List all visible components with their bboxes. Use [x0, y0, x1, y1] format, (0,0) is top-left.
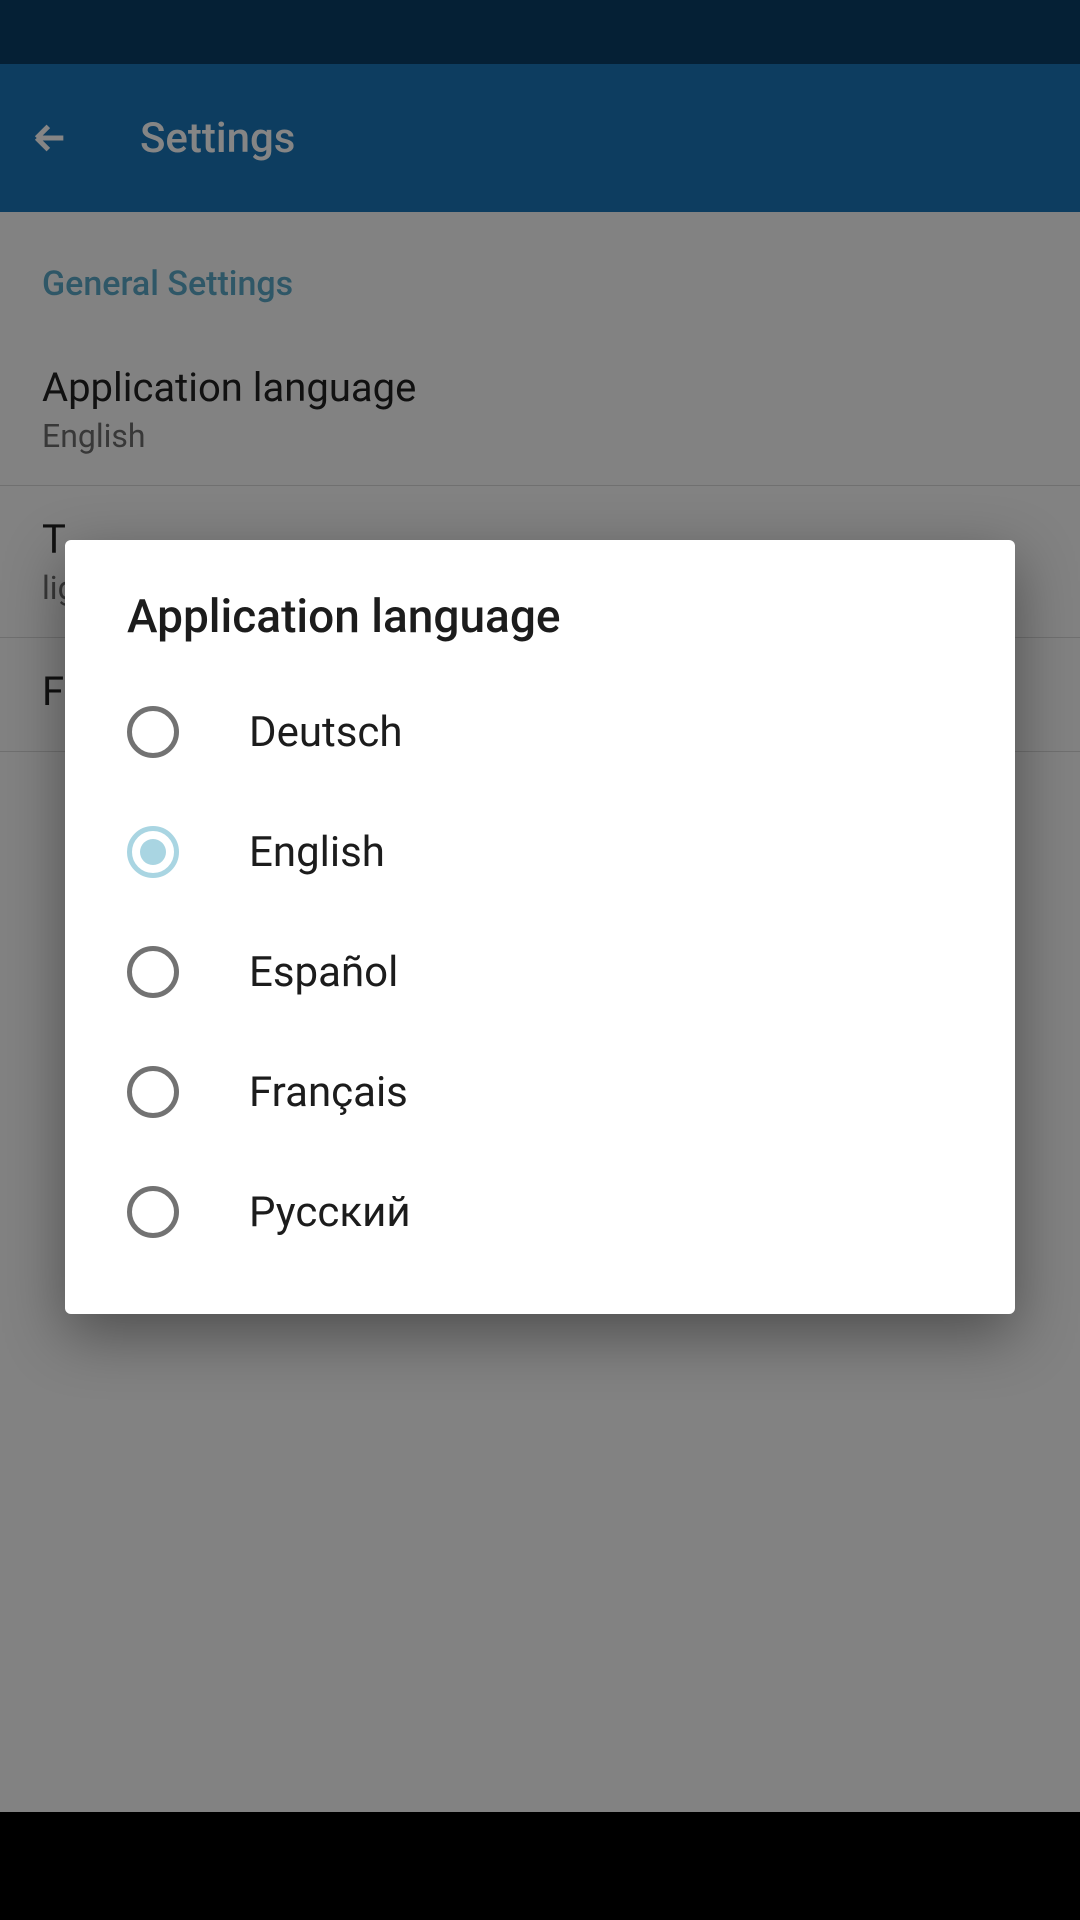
radio-option-espanol[interactable]: Español	[65, 912, 1015, 1032]
radio-label: Deutsch	[249, 708, 403, 757]
dialog-title: Application language	[65, 590, 1015, 664]
radio-icon	[127, 826, 179, 878]
radio-icon	[127, 1066, 179, 1118]
radio-icon	[127, 706, 179, 758]
radio-option-english[interactable]: English	[65, 792, 1015, 912]
radio-option-deutsch[interactable]: Deutsch	[65, 672, 1015, 792]
radio-label: English	[249, 828, 385, 877]
dialog-options: Deutsch English Español Français Русский	[65, 664, 1015, 1272]
language-dialog: Application language Deutsch English Esp…	[65, 540, 1015, 1314]
radio-option-francais[interactable]: Français	[65, 1032, 1015, 1152]
radio-icon	[127, 946, 179, 998]
radio-label: Español	[249, 948, 398, 997]
radio-label: Français	[249, 1068, 408, 1117]
navigation-bar	[0, 1812, 1080, 1920]
radio-label: Русский	[249, 1188, 411, 1237]
radio-icon	[127, 1186, 179, 1238]
radio-option-russian[interactable]: Русский	[65, 1152, 1015, 1272]
modal-overlay[interactable]: Application language Deutsch English Esp…	[0, 0, 1080, 1812]
